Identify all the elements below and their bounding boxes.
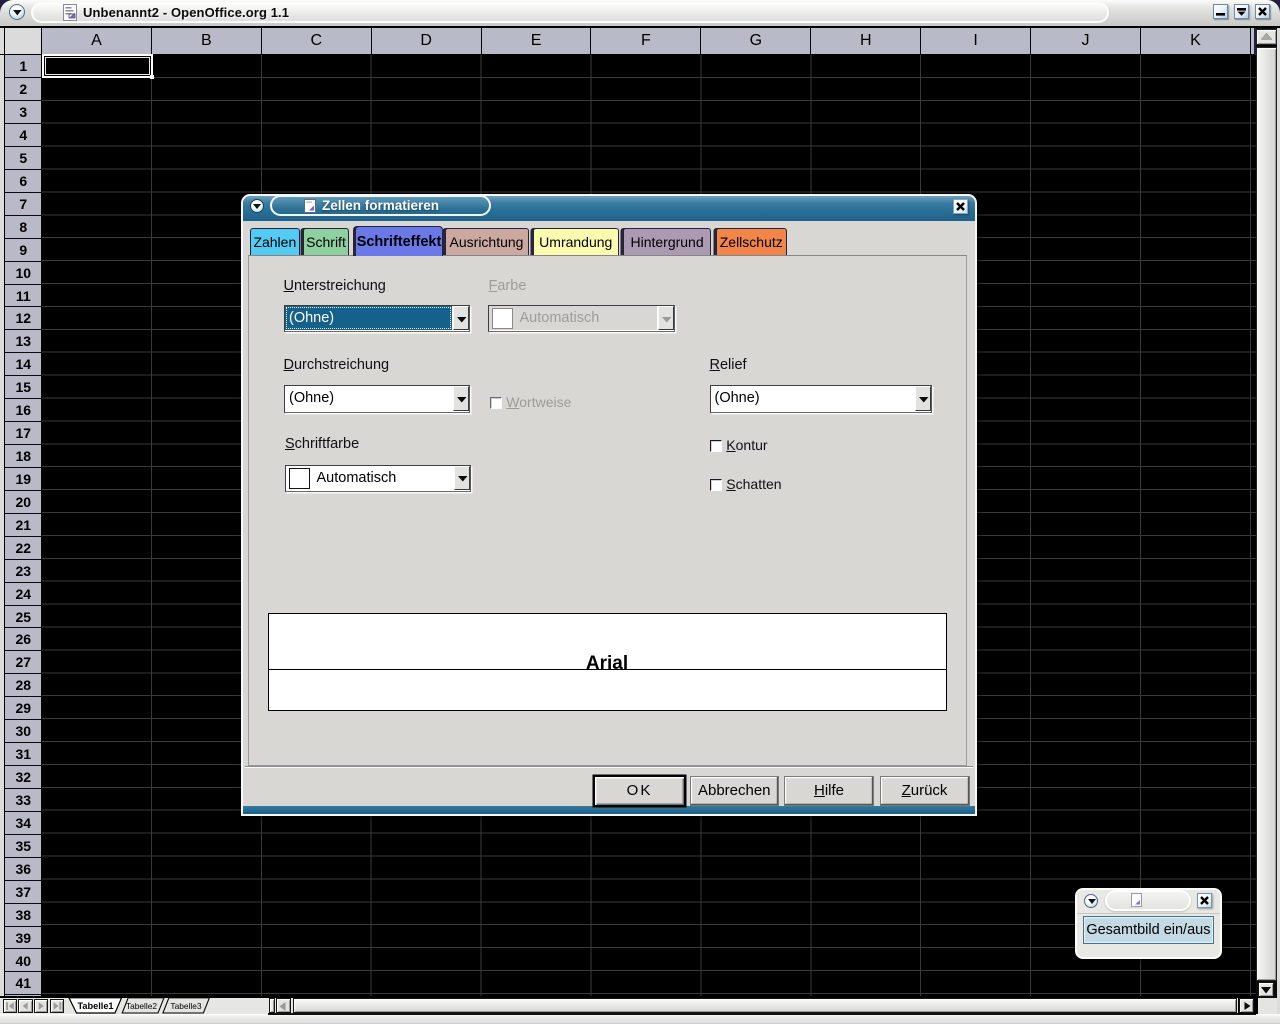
svg-text:Tabelle3: Tabelle3 bbox=[170, 1001, 202, 1011]
svg-text:Tabelle2: Tabelle2 bbox=[126, 1001, 158, 1011]
svg-text:Tabelle1: Tabelle1 bbox=[77, 1001, 113, 1011]
